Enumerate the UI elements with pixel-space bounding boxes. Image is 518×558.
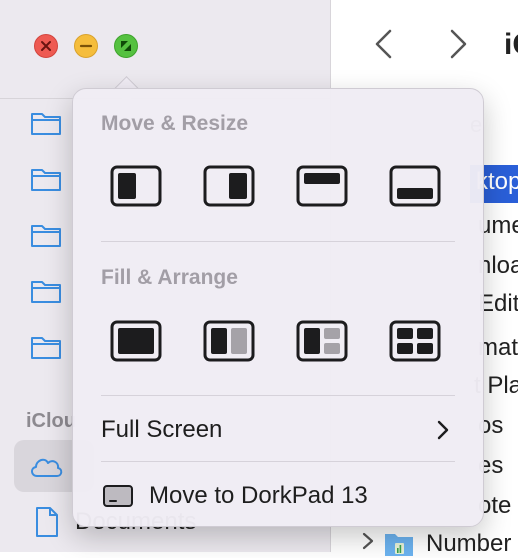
forward-chevron-icon[interactable] <box>444 28 472 60</box>
tile-left-half-button[interactable] <box>110 165 162 207</box>
window-title: iC <box>504 28 518 61</box>
arrange-left-right-icon <box>203 320 255 362</box>
arrange-left-right-button[interactable] <box>203 320 255 362</box>
tile-left-half-icon <box>110 165 162 207</box>
zoom-button[interactable] <box>114 34 138 58</box>
tile-bottom-half-icon <box>389 165 441 207</box>
section-title-move-resize: Move & Resize <box>101 112 249 135</box>
tile-bottom-half-button[interactable] <box>389 165 441 207</box>
cloud-icon <box>31 458 63 477</box>
tile-right-half-button[interactable] <box>203 165 255 207</box>
menu-separator <box>101 241 455 242</box>
sidebar-section-icloud: iClou <box>26 410 76 432</box>
fill-screen-button[interactable] <box>110 320 162 362</box>
close-button[interactable] <box>34 34 58 58</box>
tile-top-half-icon <box>296 165 348 207</box>
fill-screen-icon <box>110 320 162 362</box>
section-title-fill-arrange: Fill & Arrange <box>101 266 238 289</box>
minimize-icon <box>79 44 93 48</box>
numbers-folder-icon <box>385 534 413 556</box>
list-item[interactable]: ume <box>478 212 518 240</box>
folder-icon[interactable] <box>30 278 62 304</box>
tile-top-half-button[interactable] <box>296 165 348 207</box>
tile-right-half-icon <box>203 165 255 207</box>
arrange-quarters-button[interactable] <box>389 320 441 362</box>
list-item[interactable]: Edit <box>478 290 518 318</box>
arrange-left-stack-icon <box>296 320 348 362</box>
folder-icon[interactable] <box>30 222 62 248</box>
fullscreen-icon <box>121 41 131 51</box>
menu-separator <box>101 461 455 462</box>
chevron-right-icon[interactable] <box>435 419 451 441</box>
menu-separator <box>101 395 455 396</box>
folder-icon[interactable] <box>30 166 62 192</box>
display-icon <box>103 485 133 507</box>
list-item[interactable]: nloa <box>478 252 518 280</box>
arrange-left-stack-button[interactable] <box>296 320 348 362</box>
arrange-quarters-icon <box>389 320 441 362</box>
folder-icon[interactable] <box>30 334 62 360</box>
close-icon <box>41 41 51 51</box>
back-chevron-icon[interactable] <box>370 28 398 60</box>
full-screen-menu-item[interactable]: Full Screen <box>101 416 222 444</box>
folder-icon[interactable] <box>30 110 62 136</box>
minimize-button[interactable] <box>74 34 98 58</box>
disclosure-chevron-icon[interactable] <box>360 530 376 552</box>
window-tiling-popover: Move & Resize Fill & Arrange Full Screen… <box>72 88 484 527</box>
list-item[interactable]: Number <box>426 530 511 558</box>
document-icon[interactable] <box>34 506 60 538</box>
move-to-display-menu-item[interactable]: Move to DorkPad 13 <box>149 482 368 510</box>
list-item[interactable]: mat <box>478 334 518 362</box>
